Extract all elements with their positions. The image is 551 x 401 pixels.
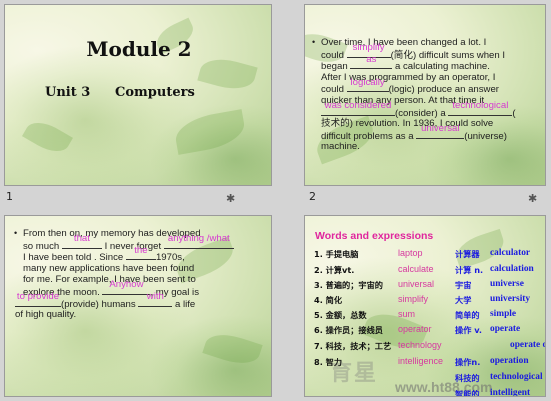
vocab-cn2: 简单的	[455, 310, 480, 320]
vocab-heading: Words and expressions	[315, 230, 434, 242]
vocab-en2: operate	[490, 324, 521, 334]
slide-3-thumbnail[interactable]: • From then on, my memory has developed s…	[4, 215, 272, 397]
slide-2-thumbnail[interactable]: • Over time, I have been changed a lot. I…	[304, 4, 546, 186]
vocab-cn2: 操作 v.	[455, 325, 483, 335]
fill-blank[interactable]: to provide	[15, 291, 61, 307]
answer-text: technological	[452, 99, 509, 111]
slide-title: Module 2	[86, 37, 192, 61]
vocab-en: intelligence	[398, 356, 444, 366]
topic-label: Computers	[115, 85, 195, 100]
vocab-en: universal	[398, 279, 435, 289]
bullet-icon: •	[312, 37, 316, 47]
vocab-en2: intelligent	[490, 388, 531, 397]
vocab-en2: universe	[490, 279, 524, 289]
fill-blank[interactable]: that	[61, 233, 102, 249]
answer-text: the	[134, 244, 148, 256]
vocab-en2: simple	[490, 309, 517, 319]
vocab-en: laptop	[398, 248, 423, 258]
vocab-cn2: 操作n.	[455, 357, 481, 367]
fill-blank[interactable]: technological	[448, 100, 513, 116]
answer-text: logically	[350, 76, 385, 88]
leaf-decoration	[202, 328, 263, 370]
vocab-cn2: 宇宙	[455, 280, 472, 290]
fill-blank[interactable]: universal	[416, 123, 465, 139]
fill-blank[interactable]: anything /what	[163, 233, 234, 249]
vocab-cn: 4. 简化	[314, 295, 343, 305]
slide-number: 2	[309, 190, 316, 203]
fill-blank[interactable]: logically	[346, 77, 389, 93]
vocab-cn: 1. 手提电脑	[314, 249, 359, 259]
vocab-en: sum	[398, 309, 416, 319]
leaf-decoration	[172, 109, 248, 155]
vocab-cn: 7. 科技，技术；工艺	[314, 341, 392, 351]
fill-blank[interactable]: as	[350, 54, 393, 70]
slide-1-thumbnail[interactable]: Module 2 Unit 3 Computers	[4, 4, 272, 186]
fill-blank[interactable]: the	[125, 245, 156, 261]
vocab-en2: calculator	[490, 248, 531, 258]
leaf-decoration	[22, 115, 73, 159]
vocab-en: operator	[398, 324, 432, 334]
bullet-icon: •	[14, 228, 18, 238]
vocab-cn: 2. 计算vt.	[314, 265, 355, 275]
vocab-en2: university	[490, 294, 531, 304]
vocab-cn2: 大学	[455, 295, 472, 305]
slide-2-paragraph: • Over time, I have been changed a lot. I…	[312, 37, 516, 153]
vocab-cn: 6. 操作员；接线员	[314, 325, 383, 335]
slide-3-paragraph: • From then on, my memory has developed s…	[14, 228, 234, 321]
vocab-en2: operate on	[510, 340, 545, 350]
vocab-cn2: 计算器	[455, 249, 480, 259]
vocab-en: technology	[398, 340, 442, 350]
vocab-en2: operation	[490, 356, 529, 366]
vocab-cn: 8. 智力	[314, 357, 343, 367]
vocab-en: calculate	[398, 264, 434, 274]
answer-text: Anyhow	[109, 279, 144, 291]
vocab-en: simplify	[398, 294, 429, 304]
transition-star-icon: ✱	[226, 192, 236, 205]
slide-number: 1	[6, 190, 13, 203]
fill-blank[interactable]: with	[138, 291, 173, 307]
vocab-cn2: 科技的	[455, 373, 480, 383]
vocab-cn: 5. 金额，总数	[314, 310, 367, 320]
unit-label: Unit 3	[45, 85, 91, 100]
answer-text: anything /what	[167, 233, 230, 244]
answer-text: was considered	[324, 99, 392, 111]
answer-text: with	[146, 290, 164, 302]
answer-text: universal	[421, 123, 460, 135]
vocab-en2: technological	[490, 372, 543, 382]
fill-blank[interactable]: Anyhow	[102, 279, 151, 295]
vocab-en2: calculation	[490, 264, 534, 274]
answer-text: simplify	[352, 42, 385, 53]
answer-text: to provide	[16, 290, 60, 302]
vocab-cn2: 智能的	[455, 389, 480, 397]
vocab-cn: 3. 普遍的；宇宙的	[314, 280, 383, 290]
answer-text: as	[366, 53, 377, 65]
fill-blank[interactable]: was considered	[321, 100, 395, 116]
transition-star-icon: ✱	[528, 192, 538, 205]
vocab-cn2: 计算 n.	[455, 265, 484, 275]
answer-text: that	[73, 233, 90, 244]
